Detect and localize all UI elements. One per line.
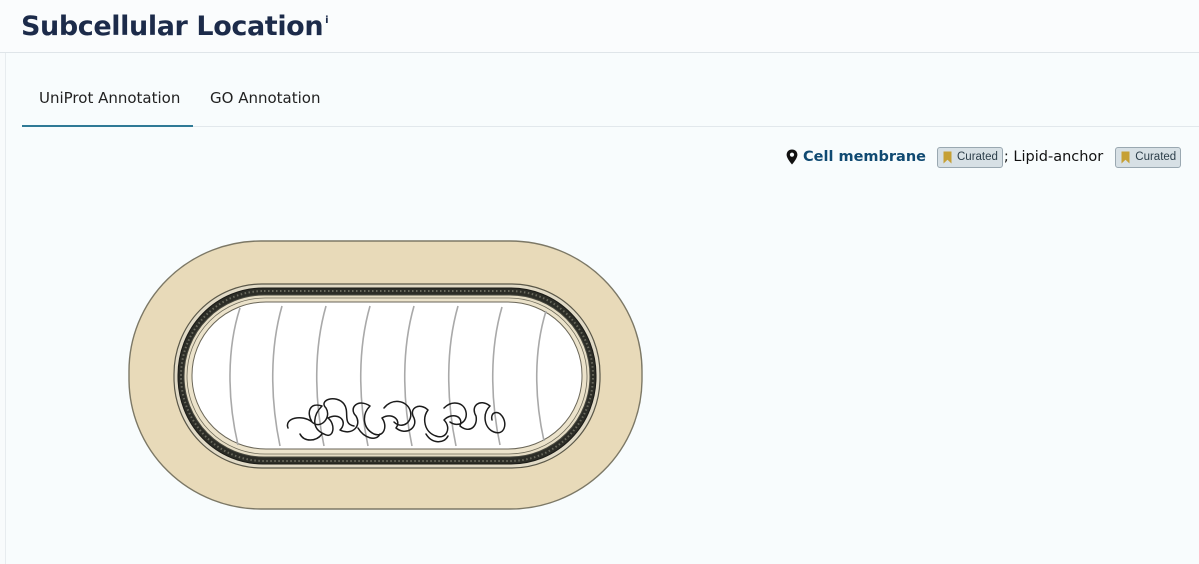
tab-uniprot-annotation[interactable]: UniProt Annotation [39, 89, 180, 107]
section-header: Subcellular Location i [0, 0, 1199, 53]
curated-evidence-badge-2[interactable]: Curated [1115, 146, 1182, 168]
tab-bar: UniProt Annotation GO Annotation [22, 53, 1199, 127]
bookmark-icon [1121, 151, 1130, 163]
page-title-text: Subcellular Location [21, 11, 324, 42]
info-icon[interactable]: i [325, 15, 328, 26]
active-tab-indicator [22, 125, 193, 127]
location-annotation: Cell membrane Curated ; Lipid-anchor Cur… [786, 146, 1182, 168]
cell-membrane-link[interactable]: Cell membrane [803, 149, 926, 165]
tab-go-annotation[interactable]: GO Annotation [210, 89, 320, 107]
lipid-anchor-text: ; Lipid-anchor [1003, 149, 1104, 165]
curated-badge-label: Curated [957, 151, 998, 163]
page: Subcellular Location i UniProt Annotation… [0, 0, 1199, 564]
curated-evidence-badge[interactable]: Curated [937, 146, 1003, 168]
bacterial-cell-diagram [128, 240, 643, 510]
bookmark-icon [943, 151, 952, 163]
cytoplasm [191, 301, 583, 450]
curated-badge-label-2: Curated [1135, 151, 1177, 163]
page-title: Subcellular Location i [21, 11, 329, 42]
map-pin-icon [786, 149, 798, 165]
